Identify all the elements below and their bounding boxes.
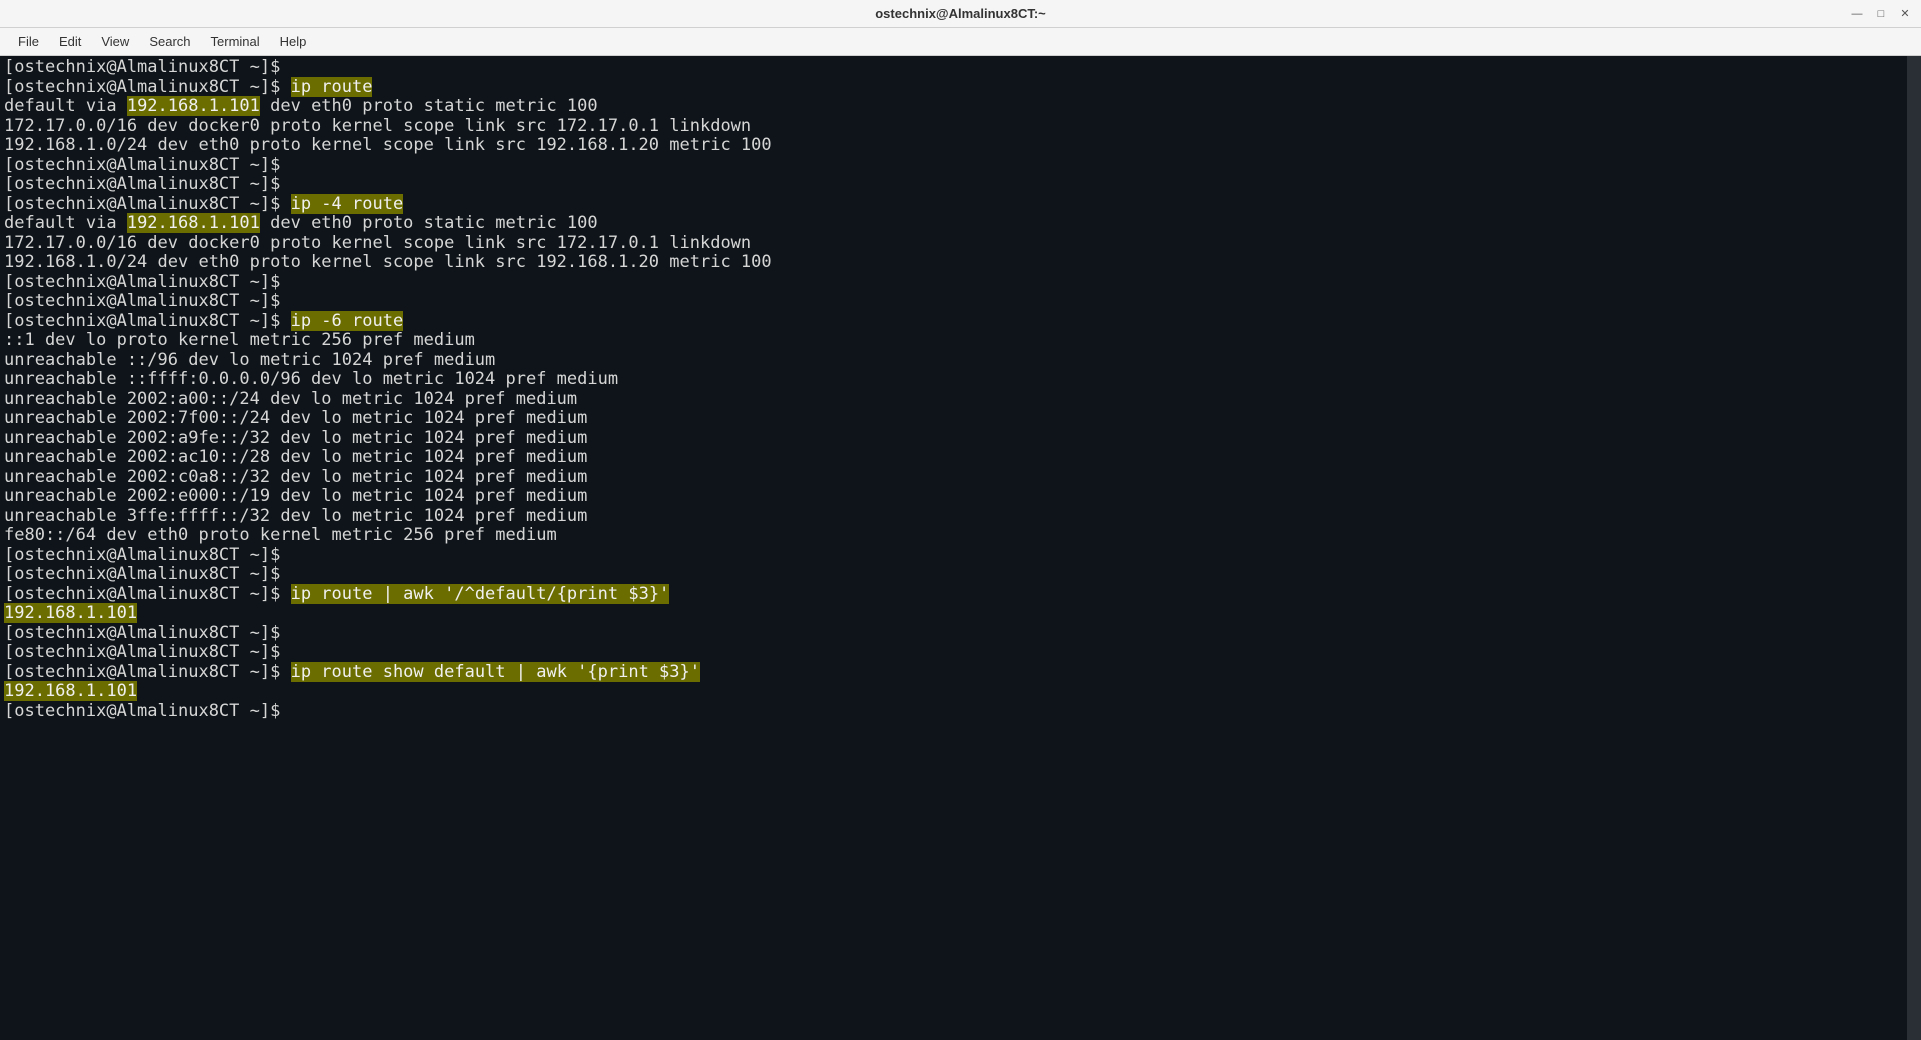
- window-title: ostechnix@Almalinux8CT:~: [875, 6, 1046, 21]
- output-default-post: dev eth0 proto static metric 100: [260, 96, 598, 116]
- output-v6-u6: unreachable 2002:ac10::/28 dev lo metric…: [4, 447, 587, 467]
- minimize-button[interactable]: —: [1851, 8, 1863, 20]
- output-v6-u2: unreachable ::ffff:0.0.0.0/96 dev lo met…: [4, 369, 618, 389]
- output-lan-route: 192.168.1.0/24 dev eth0 proto kernel sco…: [4, 135, 772, 155]
- output-v6-u8: unreachable 2002:e000::/19 dev lo metric…: [4, 486, 587, 506]
- terminal-viewport[interactable]: [ostechnix@Almalinux8CT ~]$ [ostechnix@A…: [0, 56, 1921, 1040]
- output-v6-lo: ::1 dev lo proto kernel metric 256 pref …: [4, 330, 475, 350]
- prompt: [ostechnix@Almalinux8CT ~]$: [4, 662, 280, 682]
- maximize-button[interactable]: □: [1875, 8, 1887, 20]
- menu-file[interactable]: File: [8, 30, 49, 53]
- window-controls: — □ ✕: [1851, 8, 1911, 20]
- close-button[interactable]: ✕: [1899, 8, 1911, 20]
- menubar: File Edit View Search Terminal Help: [0, 28, 1921, 56]
- command-ip-route: ip route: [291, 77, 373, 97]
- prompt: [ostechnix@Almalinux8CT ~]$: [4, 57, 280, 77]
- prompt: [ostechnix@Almalinux8CT ~]$: [4, 311, 280, 331]
- output-docker-route: 172.17.0.0/16 dev docker0 proto kernel s…: [4, 116, 751, 136]
- output-default-post: dev eth0 proto static metric 100: [260, 213, 598, 233]
- prompt: [ostechnix@Almalinux8CT ~]$: [4, 545, 280, 565]
- command-ip4-route: ip -4 route: [291, 194, 404, 214]
- output-lan-route: 192.168.1.0/24 dev eth0 proto kernel sco…: [4, 252, 772, 272]
- prompt: [ostechnix@Almalinux8CT ~]$: [4, 584, 280, 604]
- prompt: [ostechnix@Almalinux8CT ~]$: [4, 642, 280, 662]
- output-v6-u1: unreachable ::/96 dev lo metric 1024 pre…: [4, 350, 495, 370]
- command-ip6-route: ip -6 route: [291, 311, 404, 331]
- prompt: [ostechnix@Almalinux8CT ~]$: [4, 174, 280, 194]
- prompt: [ostechnix@Almalinux8CT ~]$: [4, 155, 280, 175]
- output-v6-u9: unreachable 3ffe:ffff::/32 dev lo metric…: [4, 506, 587, 526]
- menu-search[interactable]: Search: [139, 30, 200, 53]
- output-default-pre: default via: [4, 96, 127, 116]
- menu-terminal[interactable]: Terminal: [201, 30, 270, 53]
- output-v6-u5: unreachable 2002:a9fe::/32 dev lo metric…: [4, 428, 587, 448]
- prompt: [ostechnix@Almalinux8CT ~]$: [4, 623, 280, 643]
- output-gateway-only: 192.168.1.101: [4, 603, 137, 623]
- prompt: [ostechnix@Almalinux8CT ~]$: [4, 291, 280, 311]
- prompt: [ostechnix@Almalinux8CT ~]$: [4, 194, 280, 214]
- output-v6-fe80: fe80::/64 dev eth0 proto kernel metric 2…: [4, 525, 557, 545]
- titlebar: ostechnix@Almalinux8CT:~ — □ ✕: [0, 0, 1921, 28]
- prompt: [ostechnix@Almalinux8CT ~]$: [4, 564, 280, 584]
- output-gateway-only: 192.168.1.101: [4, 681, 137, 701]
- command-awk1: ip route | awk '/^default/{print $3}': [291, 584, 670, 604]
- menu-view[interactable]: View: [91, 30, 139, 53]
- menu-help[interactable]: Help: [270, 30, 317, 53]
- menu-edit[interactable]: Edit: [49, 30, 91, 53]
- output-gateway: 192.168.1.101: [127, 213, 260, 233]
- output-v6-u4: unreachable 2002:7f00::/24 dev lo metric…: [4, 408, 587, 428]
- command-awk2: ip route show default | awk '{print $3}': [291, 662, 700, 682]
- output-docker-route: 172.17.0.0/16 dev docker0 proto kernel s…: [4, 233, 751, 253]
- prompt: [ostechnix@Almalinux8CT ~]$: [4, 272, 280, 292]
- output-v6-u3: unreachable 2002:a00::/24 dev lo metric …: [4, 389, 577, 409]
- prompt: [ostechnix@Almalinux8CT ~]$: [4, 77, 280, 97]
- prompt: [ostechnix@Almalinux8CT ~]$: [4, 701, 280, 721]
- output-gateway: 192.168.1.101: [127, 96, 260, 116]
- output-v6-u7: unreachable 2002:c0a8::/32 dev lo metric…: [4, 467, 587, 487]
- output-default-pre: default via: [4, 213, 127, 233]
- terminal-scrollbar[interactable]: [1907, 56, 1921, 1040]
